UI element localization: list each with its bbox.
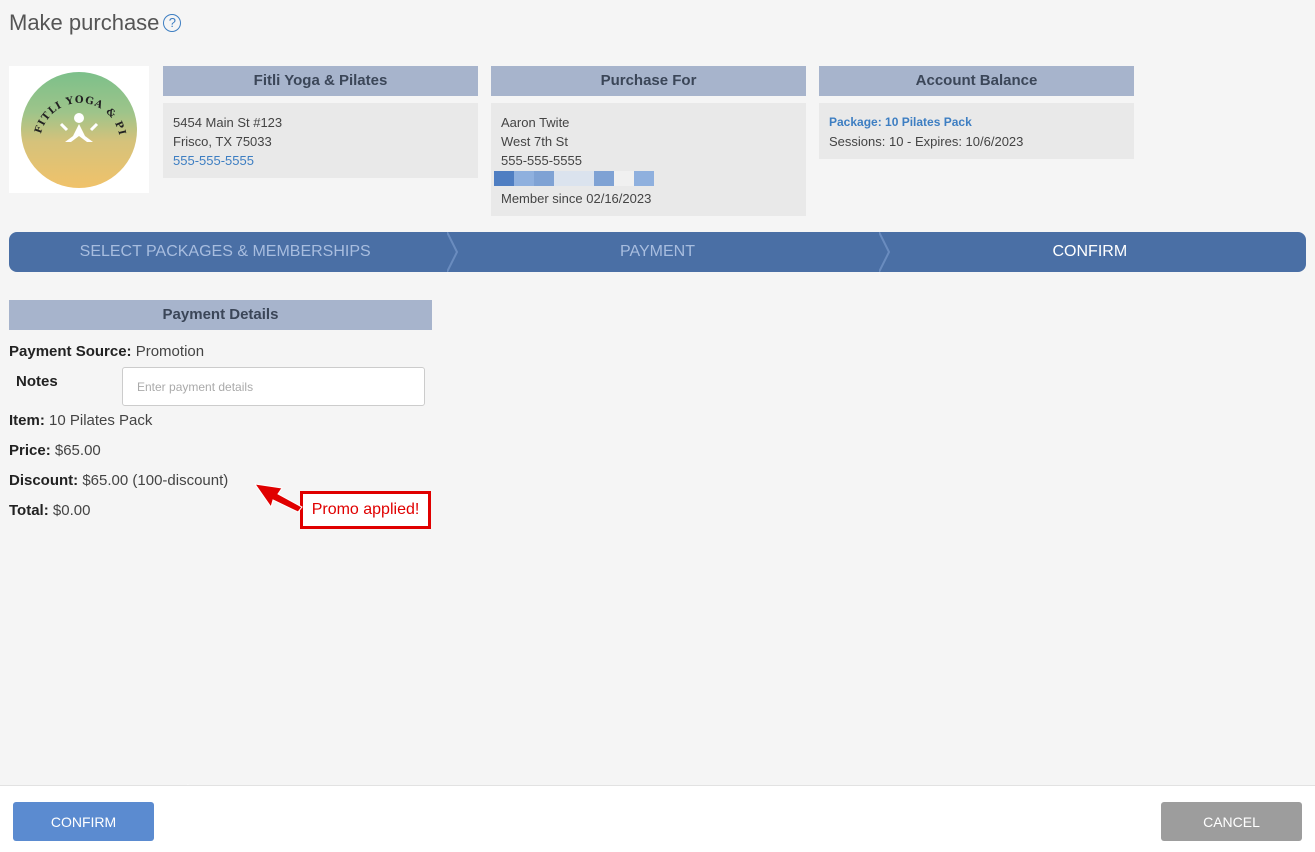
- member-phone: 555-555-5555: [501, 153, 582, 168]
- price-row: Price: $65.00: [9, 442, 101, 459]
- studio-logo: FITLI YOGA & PILATES: [9, 66, 149, 193]
- step-payment[interactable]: PAYMENT: [441, 232, 873, 272]
- promo-applied-callout: Promo applied!: [300, 491, 431, 529]
- payment-source-row: Payment Source: Promotion: [9, 343, 205, 360]
- discount-row: Discount: $65.00 (100-discount): [9, 472, 229, 489]
- notes-input[interactable]: [122, 367, 425, 406]
- step-divider-icon: [447, 232, 459, 272]
- member-street: West 7th St: [501, 134, 568, 149]
- item-row: Item: 10 Pilates Pack: [9, 412, 153, 429]
- studio-heading: Fitli Yoga & Pilates: [163, 66, 478, 96]
- studio-card: Fitli Yoga & Pilates 5454 Main St #123 F…: [163, 66, 478, 178]
- account-balance-heading: Account Balance: [819, 66, 1134, 96]
- purchase-for-card: Purchase For Aaron Twite West 7th St 555…: [491, 66, 806, 216]
- page-title: Make purchase ?: [9, 10, 182, 36]
- sessions-info: Sessions: 10 - Expires: 10/6/2023: [829, 134, 1024, 149]
- studio-phone-link[interactable]: 555-555-5555: [173, 151, 468, 170]
- footer-bar: CONFIRM CANCEL: [0, 785, 1315, 852]
- step-select-packages[interactable]: SELECT PACKAGES & MEMBERSHIPS: [9, 232, 441, 272]
- promo-arrow-icon: [253, 483, 303, 513]
- payment-details-heading: Payment Details: [9, 300, 432, 330]
- studio-address-line2: Frisco, TX 75033: [173, 134, 272, 149]
- purchase-for-heading: Purchase For: [491, 66, 806, 96]
- step-confirm[interactable]: CONFIRM: [874, 232, 1306, 272]
- confirm-button[interactable]: CONFIRM: [13, 802, 154, 841]
- help-icon[interactable]: ?: [163, 14, 182, 32]
- studio-address-line1: 5454 Main St #123: [173, 115, 283, 130]
- total-row: Total: $0.00: [9, 502, 91, 519]
- yoga-logo-image: FITLI YOGA & PILATES: [21, 72, 127, 142]
- cancel-button[interactable]: CANCEL: [1161, 802, 1302, 841]
- checkout-steps: SELECT PACKAGES & MEMBERSHIPS PAYMENT CO…: [9, 232, 1306, 272]
- redacted-info: [494, 171, 796, 186]
- package-name: Package: 10 Pilates Pack: [829, 115, 972, 129]
- svg-text:FITLI YOGA & PILATES: FITLI YOGA & PILATES: [21, 72, 127, 137]
- step-divider-icon: [879, 232, 891, 272]
- member-since: Member since 02/16/2023: [501, 191, 652, 206]
- account-balance-card: Account Balance Package: 10 Pilates Pack…: [819, 66, 1134, 159]
- notes-label: Notes: [16, 373, 58, 390]
- page-title-text: Make purchase: [9, 10, 160, 35]
- member-name: Aaron Twite: [501, 115, 570, 130]
